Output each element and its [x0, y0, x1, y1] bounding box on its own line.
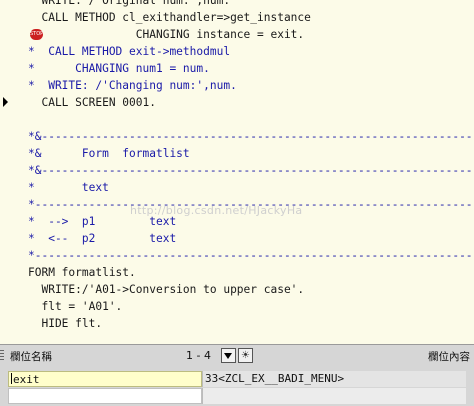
find-icon[interactable]: ☀: [238, 348, 253, 363]
variable-value-field[interactable]: [202, 388, 466, 404]
code-line[interactable]: * WRITE: /'Changing num:',num.: [0, 77, 474, 94]
code-line[interactable]: WRITE:/'A01->Conversion to upper case'.: [0, 281, 474, 298]
code-line[interactable]: WRITE: /'Original num:',num.: [0, 0, 474, 9]
variable-value-field[interactable]: 33<ZCL_EX__BADI_MENU>: [202, 371, 466, 387]
code-line[interactable]: * CALL METHOD exit->methodmul: [0, 43, 474, 60]
code-line-text: HIDE flt.: [28, 317, 103, 330]
chevron-down-icon[interactable]: [221, 348, 236, 363]
code-line-text: FORM formatlist.: [28, 266, 136, 279]
code-line[interactable]: *&--------------------------------------…: [0, 128, 474, 145]
abap-source-editor[interactable]: WRITE: /'Original num:',num. CALL METHOD…: [0, 0, 474, 344]
row-range: 1 - 4: [186, 349, 211, 362]
code-line-breakpoint[interactable]: STOP CHANGING instance = exit.: [0, 26, 474, 43]
code-line-text: *& Form formatlist: [28, 147, 190, 160]
code-line-text: * <-- p2 text: [28, 232, 177, 245]
code-line-text: * text: [28, 181, 109, 194]
variables-panel: 欄位名稱 1 - 4 ☀ 欄位內容 exit 33<ZCL_EX__BADI_M…: [0, 344, 474, 406]
code-line[interactable]: * text: [0, 179, 474, 196]
variable-name-field[interactable]: [8, 388, 202, 404]
code-line-text: * CHANGING num1 = num.: [28, 62, 210, 75]
code-line-current[interactable]: CALL SCREEN 0001.: [0, 94, 474, 111]
code-line[interactable]: *& Form formatlist: [0, 145, 474, 162]
current-line-arrow-icon: [3, 97, 8, 107]
code-line-text: * --> p1 text: [28, 215, 177, 228]
code-line[interactable]: FORM formatlist.: [0, 264, 474, 281]
code-line[interactable]: HIDE flt.: [0, 315, 474, 332]
code-line[interactable]: *---------------------------------------…: [0, 247, 474, 264]
column-header-value[interactable]: 欄位內容: [428, 349, 470, 364]
code-line-text: CALL METHOD cl_exithandler=>get_instance: [28, 11, 311, 24]
code-line[interactable]: CALL METHOD cl_exithandler=>get_instance: [0, 9, 474, 26]
code-line[interactable]: * <-- p2 text: [0, 230, 474, 247]
code-line-text: *&--------------------------------------…: [28, 130, 473, 143]
code-line[interactable]: * --> p1 text: [0, 213, 474, 230]
code-line-text: *---------------------------------------…: [28, 198, 473, 211]
code-line-text: CALL SCREEN 0001.: [28, 96, 156, 109]
code-line-text: * WRITE: /'Changing num:',num.: [28, 79, 237, 92]
code-line-text: WRITE:/'A01->Conversion to upper case'.: [28, 283, 305, 296]
code-line-text: flt = 'A01'.: [28, 300, 123, 313]
variable-name-value: exit: [13, 373, 40, 386]
code-line[interactable]: *&--------------------------------------…: [0, 162, 474, 179]
code-line[interactable]: * CHANGING num1 = num.: [0, 60, 474, 77]
code-line-text: *---------------------------------------…: [28, 249, 473, 262]
code-line[interactable]: *---------------------------------------…: [0, 196, 474, 213]
variables-header: 欄位名稱 1 - 4 ☀ 欄位內容: [0, 345, 474, 367]
variable-name-field[interactable]: exit: [8, 371, 202, 387]
code-line-text: CHANGING instance = exit.: [28, 28, 305, 41]
code-line-text: *&--------------------------------------…: [28, 164, 473, 177]
code-line[interactable]: flt = 'A01'.: [0, 298, 474, 315]
code-line[interactable]: [0, 111, 474, 128]
resize-grip-icon[interactable]: [0, 350, 4, 362]
code-line-text: * CALL METHOD exit->methodmul: [28, 45, 231, 58]
column-header-name[interactable]: 欄位名稱: [10, 349, 52, 364]
code-line-text: WRITE: /'Original num:',num.: [28, 0, 231, 7]
